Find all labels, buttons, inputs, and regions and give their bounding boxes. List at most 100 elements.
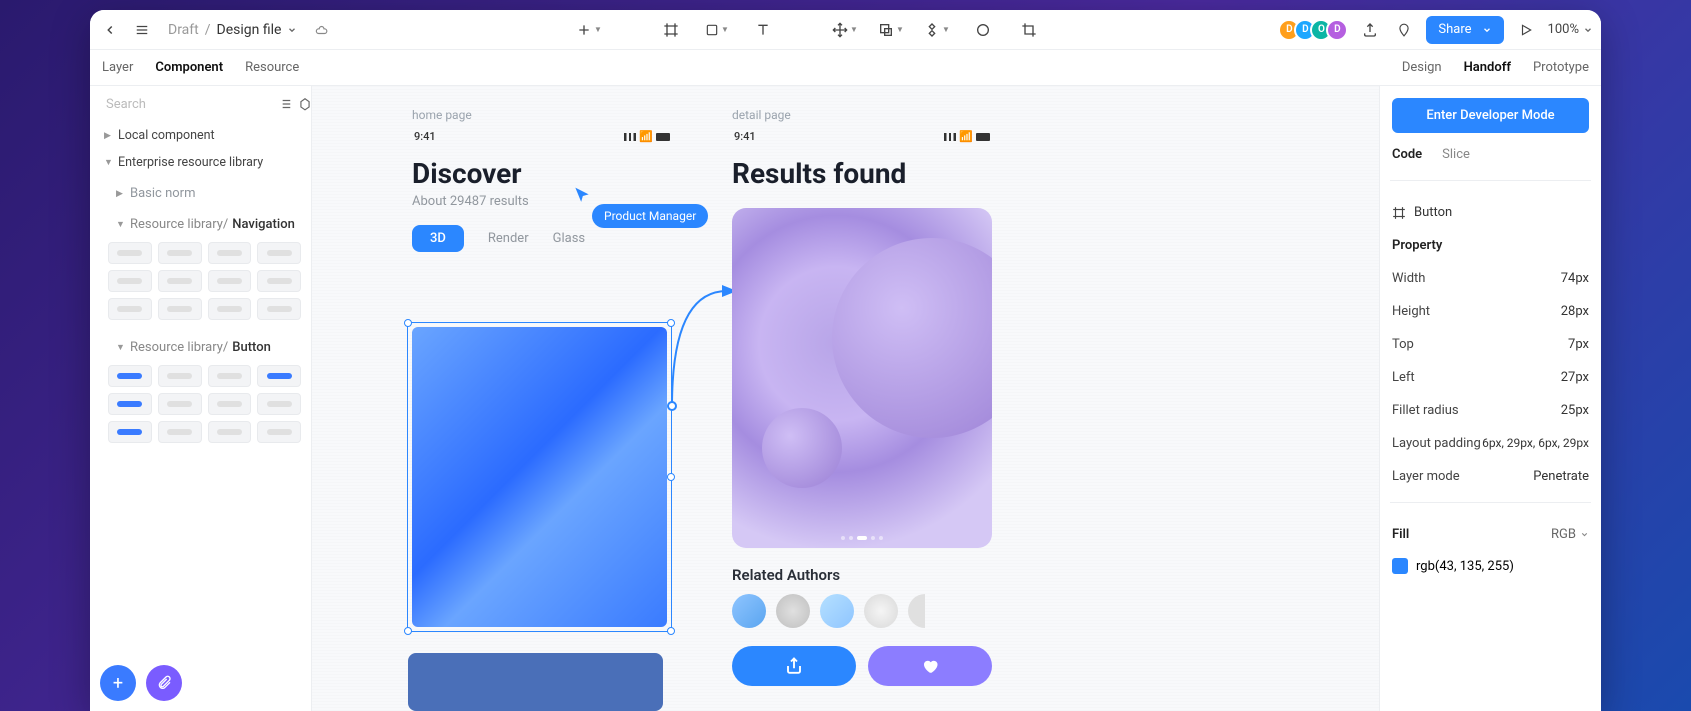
tab-component[interactable]: Component: [155, 60, 223, 75]
play-icon[interactable]: [1514, 18, 1538, 42]
breadcrumb[interactable]: Draft / Design file: [168, 22, 297, 38]
author-avatar[interactable]: [776, 594, 810, 628]
component-thumb[interactable]: [208, 270, 252, 292]
component-thumb[interactable]: [158, 242, 202, 264]
tab-design[interactable]: Design: [1402, 60, 1442, 75]
tree-basic-norm[interactable]: ▶Basic norm: [90, 180, 311, 207]
author-avatar[interactable]: [820, 594, 854, 628]
component-thumb[interactable]: [108, 242, 152, 264]
page-title: Discover: [412, 157, 672, 190]
like-cta-button[interactable]: [868, 646, 992, 686]
artboard-home[interactable]: 9:41 📶 Discover About 29487 results 3D R…: [412, 130, 672, 252]
share-button[interactable]: Share: [1426, 16, 1503, 44]
tree-enterprise-library[interactable]: ▼Enterprise resource library: [90, 149, 311, 176]
bottom-card: [408, 653, 663, 711]
fill-value[interactable]: rgb(43, 135, 255): [1392, 558, 1589, 574]
resize-handle[interactable]: [667, 627, 675, 635]
tab-prototype[interactable]: Prototype: [1533, 60, 1589, 75]
author-avatar[interactable]: [732, 594, 766, 628]
attach-button[interactable]: [146, 665, 182, 701]
avatar[interactable]: D: [1326, 19, 1348, 41]
filter-tab-render[interactable]: Render: [488, 231, 529, 246]
component-thumb[interactable]: [257, 365, 301, 387]
collaborator-avatars[interactable]: D D O D: [1284, 19, 1348, 41]
search-input[interactable]: [106, 97, 272, 112]
export-icon[interactable]: [1358, 18, 1382, 42]
developer-mode-button[interactable]: Enter Developer Mode: [1392, 98, 1589, 133]
collaborator-cursor-label: Product Manager: [592, 204, 708, 228]
tab-handoff[interactable]: Handoff: [1464, 60, 1511, 75]
component-thumb[interactable]: [158, 365, 202, 387]
status-bar: 9:41 📶: [412, 130, 672, 143]
color-mode-select[interactable]: RGB: [1551, 527, 1589, 542]
prop-layer-mode: Layer modePenetrate: [1392, 469, 1589, 484]
chevron-down-icon[interactable]: [287, 25, 297, 35]
resize-handle[interactable]: [404, 319, 412, 327]
artboard-detail[interactable]: 9:41 📶 Results found Related Authors: [732, 130, 992, 686]
list-view-icon[interactable]: [278, 92, 292, 116]
component-thumb[interactable]: [108, 393, 152, 415]
text-tool[interactable]: [749, 16, 777, 44]
tree-navigation-lib[interactable]: ▼Resource library/Navigation: [90, 211, 311, 238]
component-thumb[interactable]: [208, 393, 252, 415]
component-thumb[interactable]: [257, 421, 301, 443]
component-tool[interactable]: ▼: [923, 16, 951, 44]
tab-resource[interactable]: Resource: [245, 60, 299, 75]
frame-tool[interactable]: [657, 16, 685, 44]
component-tree: ▶Local component ▼Enterprise resource li…: [90, 122, 311, 655]
zoom-control[interactable]: 100%: [1548, 22, 1593, 37]
nav-thumbnails: [90, 238, 311, 330]
boolean-tool[interactable]: ▼: [877, 16, 905, 44]
component-thumb[interactable]: [108, 421, 152, 443]
component-thumb[interactable]: [158, 270, 202, 292]
component-thumb[interactable]: [158, 393, 202, 415]
add-tool[interactable]: ▼: [575, 16, 603, 44]
crop-tool[interactable]: [1015, 16, 1043, 44]
resize-handle[interactable]: [404, 627, 412, 635]
location-icon[interactable]: [1392, 18, 1416, 42]
menu-icon[interactable]: [130, 18, 154, 42]
search-row: [90, 86, 311, 122]
filter-tab-glass[interactable]: Glass: [553, 231, 586, 246]
resize-handle[interactable]: [667, 473, 675, 481]
component-thumb[interactable]: [158, 421, 202, 443]
component-thumb[interactable]: [257, 393, 301, 415]
component-thumb[interactable]: [257, 270, 301, 292]
component-thumb[interactable]: [208, 298, 252, 320]
cloud-sync-icon[interactable]: [309, 18, 333, 42]
sidebar-actions: +: [90, 655, 311, 711]
component-thumb[interactable]: [208, 242, 252, 264]
component-thumb[interactable]: [257, 298, 301, 320]
selection-rect[interactable]: ❤ ◉ 👤: [407, 322, 672, 632]
component-thumb[interactable]: [208, 421, 252, 443]
artboard-label-home[interactable]: home page: [412, 108, 472, 122]
color-value: rgb(43, 135, 255): [1416, 559, 1514, 574]
canvas[interactable]: home page detail page 9:41 📶 Discover Ab…: [312, 86, 1379, 711]
status-time: 9:41: [734, 130, 756, 143]
tree-button-lib[interactable]: ▼Resource library/Button: [90, 334, 311, 361]
back-icon[interactable]: [98, 18, 122, 42]
artboard-label-detail[interactable]: detail page: [732, 108, 791, 122]
component-thumb[interactable]: [257, 242, 301, 264]
signal-icon: [624, 133, 636, 141]
style-icon[interactable]: [298, 92, 312, 116]
color-swatch[interactable]: [1392, 558, 1408, 574]
tab-code[interactable]: Code: [1392, 147, 1422, 162]
shape-tool[interactable]: ▼: [703, 16, 731, 44]
tree-local-component[interactable]: ▶Local component: [90, 122, 311, 149]
add-button[interactable]: +: [100, 665, 136, 701]
share-cta-button[interactable]: [732, 646, 856, 686]
author-avatar[interactable]: [908, 594, 942, 628]
tab-layer[interactable]: Layer: [102, 60, 133, 75]
author-list: [732, 594, 992, 628]
component-thumb[interactable]: [108, 298, 152, 320]
component-thumb[interactable]: [208, 365, 252, 387]
component-thumb[interactable]: [158, 298, 202, 320]
component-thumb[interactable]: [108, 270, 152, 292]
author-avatar[interactable]: [864, 594, 898, 628]
ellipse-tool[interactable]: [969, 16, 997, 44]
move-tool[interactable]: ▼: [831, 16, 859, 44]
tab-slice[interactable]: Slice: [1442, 147, 1470, 162]
filter-tab-3d[interactable]: 3D: [412, 225, 464, 252]
component-thumb[interactable]: [108, 365, 152, 387]
